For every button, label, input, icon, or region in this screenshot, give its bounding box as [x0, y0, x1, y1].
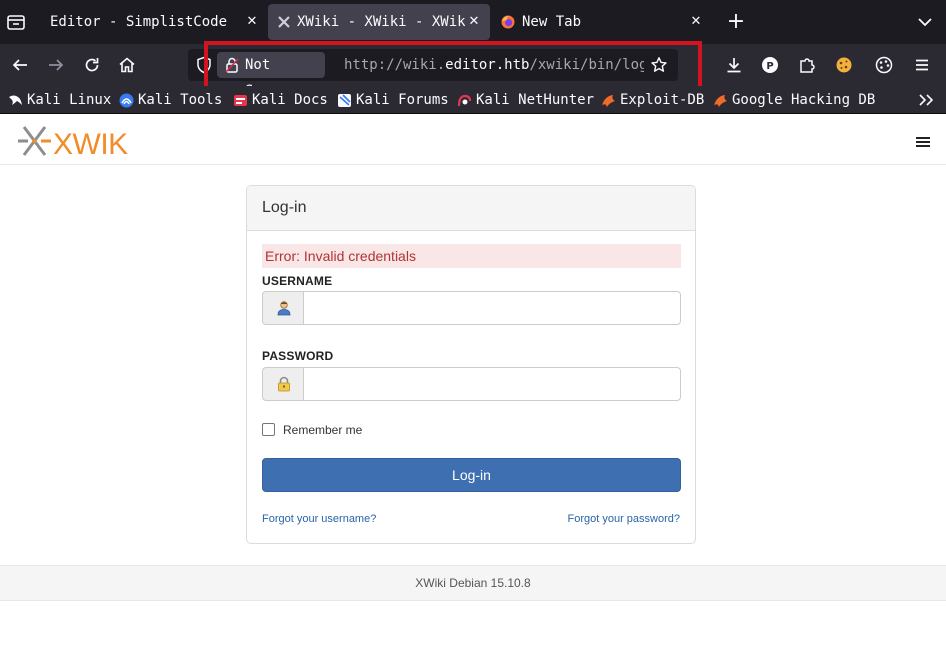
tab-editor[interactable]: Editor - SimplistCode Pro ✕	[38, 4, 266, 40]
login-panel: Log-in Error: Invalid credentials USERNA…	[246, 185, 696, 544]
page-menu-icon[interactable]	[916, 137, 930, 149]
home-icon[interactable]	[117, 55, 137, 75]
bookmark-label: Kali Linux	[27, 92, 112, 108]
forgot-password-link[interactable]: Forgot your password?	[568, 513, 681, 525]
tab-list-icon[interactable]	[4, 10, 28, 34]
page-footer: XWiki Debian 15.10.8	[0, 565, 946, 601]
user-icon-addon	[262, 291, 304, 325]
double-chevron-right-icon[interactable]	[916, 91, 936, 109]
menu-icon[interactable]	[912, 55, 932, 75]
cookie-editor-icon[interactable]	[834, 55, 854, 75]
url-host: editor.htb	[445, 57, 530, 73]
url-text[interactable]: http://wiki.editor.htb/xwiki/bin/login/X…	[344, 49, 644, 81]
xwiki-header: XWIKI	[0, 115, 946, 165]
tab-xwiki[interactable]: XWiki - XWiki - XWiki ✕	[268, 4, 490, 40]
ghdb-icon	[714, 95, 727, 107]
tab-title: Editor - SimplistCode Pro	[50, 14, 236, 30]
bookmark-label: Kali Forums	[356, 92, 449, 108]
xwiki-logo[interactable]: XWIKI	[18, 122, 136, 161]
new-tab-button[interactable]: +	[726, 10, 746, 34]
kali-docs-icon	[234, 95, 247, 106]
download-icon[interactable]	[724, 55, 744, 75]
chevron-down-icon[interactable]	[914, 10, 936, 34]
bookmark-label: Google Hacking DB	[732, 92, 876, 108]
remember-me-label: Remember me	[283, 423, 363, 437]
nethunter-icon	[457, 94, 472, 107]
bookmark-label: Kali Tools	[138, 92, 223, 108]
bookmark-label: Kali NetHunter	[476, 92, 595, 108]
login-panel-title: Log-in	[262, 199, 307, 216]
password-input[interactable]	[303, 367, 681, 401]
tab-title: XWiki - XWiki - XWiki	[297, 14, 465, 30]
bookmarks-bar: Kali Linux Kali Tools Kali Docs Kali For…	[0, 86, 946, 114]
url-path: /xwiki/bin/login/XWiki/XWikiLogin	[529, 57, 644, 73]
bookmark-label: Kali Docs	[252, 92, 328, 108]
lock-icon-addon	[262, 367, 304, 401]
password-label: PASSWORD	[262, 349, 334, 363]
remember-me-checkbox[interactable]	[262, 423, 275, 436]
close-tab-icon[interactable]: ✕	[244, 4, 260, 40]
error-message: Error: Invalid credentials	[262, 244, 681, 268]
forgot-username-link[interactable]: Forgot your username?	[262, 513, 376, 525]
url-bar[interactable]: Not Secure http://wiki.editor.htb/xwiki/…	[188, 49, 678, 99]
browser-tab-bar: Editor - SimplistCode Pro ✕ XWiki - XWik…	[0, 0, 946, 44]
not-secure-indicator[interactable]: Not Secure	[217, 52, 325, 99]
password-input-group	[262, 367, 681, 401]
close-tab-icon[interactable]: ✕	[688, 4, 704, 40]
tab-new-tab[interactable]: New Tab ✕	[492, 4, 714, 40]
bookmark-star-icon[interactable]	[650, 56, 668, 74]
tracking-shield-icon[interactable]	[196, 56, 212, 74]
username-input[interactable]	[303, 291, 681, 325]
reload-icon[interactable]	[82, 55, 102, 75]
logo-text: XWIKI	[53, 128, 130, 160]
kali-dragon-icon	[9, 95, 22, 105]
main-content: Log-in Error: Invalid credentials USERNA…	[0, 165, 946, 565]
username-input-group	[262, 291, 681, 325]
bookmark-label: Exploit-DB	[620, 92, 705, 108]
firefox-icon	[501, 15, 515, 29]
user-icon	[277, 301, 291, 316]
login-button[interactable]: Log-in	[262, 458, 681, 492]
tab-title: New Tab	[522, 14, 582, 30]
username-label: USERNAME	[262, 274, 333, 288]
kali-tools-icon	[119, 93, 134, 108]
forward-arrow-icon[interactable]	[46, 55, 66, 75]
login-panel-header: Log-in	[247, 186, 695, 231]
page-bottom	[0, 601, 946, 650]
padlock-icon	[278, 376, 290, 392]
extensions-puzzle-icon[interactable]	[797, 55, 817, 75]
palette-icon[interactable]	[874, 55, 894, 75]
browser-toolbar: Not Secure http://wiki.editor.htb/xwiki/…	[0, 44, 946, 99]
version-text: XWiki Debian 15.10.8	[415, 576, 531, 590]
exploit-db-icon	[602, 95, 615, 107]
svg-text:P: P	[766, 61, 773, 72]
broken-lock-icon	[225, 57, 239, 73]
url-prefix: http://wiki.	[344, 57, 446, 73]
profile-extension-icon[interactable]: P	[760, 55, 780, 75]
kali-forums-icon	[338, 94, 351, 107]
back-arrow-icon[interactable]	[10, 55, 30, 75]
close-tab-icon[interactable]: ✕	[466, 4, 482, 40]
xwiki-favicon-icon	[278, 16, 290, 28]
